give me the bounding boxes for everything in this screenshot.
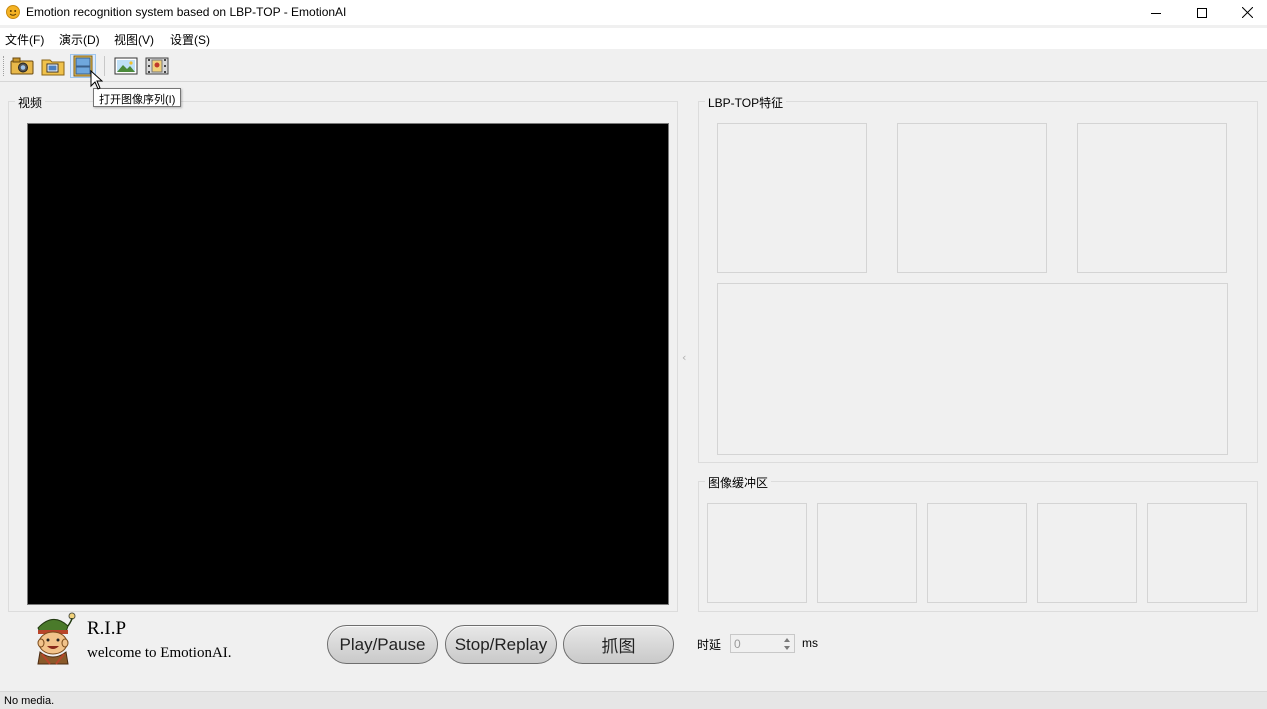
camera-icon xyxy=(10,57,34,75)
title-bar: Emotion recognition system based on LBP-… xyxy=(0,0,1267,25)
delay-unit-label: ms xyxy=(802,636,818,650)
maximize-icon xyxy=(1197,7,1207,18)
arrow-up-icon xyxy=(784,637,790,642)
feature-histogram xyxy=(717,283,1228,455)
video-display xyxy=(27,123,669,605)
video-group-title: 视频 xyxy=(15,94,46,111)
stop-replay-button[interactable]: Stop/Replay xyxy=(445,625,557,664)
film-icon xyxy=(145,57,169,75)
splitter-collapse-icon[interactable]: ‹ xyxy=(682,351,686,364)
minimize-icon xyxy=(1151,12,1161,14)
maximize-button[interactable] xyxy=(1179,0,1225,25)
brand-subtitle: welcome to EmotionAI. xyxy=(87,645,232,661)
toolbar-separator xyxy=(104,56,105,76)
delay-spinbox[interactable] xyxy=(730,634,795,653)
minimize-button[interactable] xyxy=(1133,0,1179,25)
open-video-button[interactable] xyxy=(40,54,66,78)
delay-increment-button[interactable] xyxy=(781,636,793,643)
mascot-icon xyxy=(37,612,76,665)
menu-settings[interactable]: 设置(S) xyxy=(170,31,210,48)
delay-input[interactable] xyxy=(734,636,778,651)
delay-label: 时延 xyxy=(697,638,722,652)
mouse-cursor-icon xyxy=(90,70,103,90)
app-icon xyxy=(6,5,20,19)
open-film-button[interactable] xyxy=(144,54,170,78)
buffer-slot xyxy=(707,503,807,603)
feature-plane-xy xyxy=(717,123,867,273)
lbp-top-features-title: LBP-TOP特征 xyxy=(705,94,787,111)
menu-demo[interactable]: 演示(D) xyxy=(59,31,100,48)
tooltip: 打开图像序列(I) xyxy=(93,88,182,107)
play-pause-button[interactable]: Play/Pause xyxy=(327,625,438,664)
open-camera-button[interactable] xyxy=(9,54,35,78)
close-icon xyxy=(1241,7,1253,18)
buffer-slot xyxy=(817,503,917,603)
delay-decrement-button[interactable] xyxy=(781,644,793,651)
status-bar: No media. xyxy=(0,691,1267,709)
status-text: No media. xyxy=(4,695,55,707)
arrow-down-icon xyxy=(784,645,790,650)
toolbar xyxy=(0,50,1267,82)
picture-icon xyxy=(114,57,138,75)
brand-title: R.I.P xyxy=(87,618,127,639)
menu-bar: 文件(F) 演示(D) 视图(V) 设置(S) xyxy=(0,28,1267,49)
menu-view[interactable]: 视图(V) xyxy=(114,31,154,48)
open-video-icon xyxy=(41,59,65,76)
window-title: Emotion recognition system based on LBP-… xyxy=(26,5,347,19)
open-picture-button[interactable] xyxy=(113,54,139,78)
buffer-slot xyxy=(1147,503,1247,603)
feature-plane-yt xyxy=(1077,123,1227,273)
buffer-slot xyxy=(1037,503,1137,603)
buffer-slot xyxy=(927,503,1027,603)
close-button[interactable] xyxy=(1224,0,1267,25)
capture-button[interactable]: 抓图 xyxy=(563,625,674,664)
toolbar-grip[interactable] xyxy=(3,56,5,76)
feature-plane-xt xyxy=(897,123,1047,273)
delay-spin-arrows xyxy=(781,636,793,651)
menu-file[interactable]: 文件(F) xyxy=(5,31,44,48)
image-buffer-title: 图像缓冲区 xyxy=(705,474,772,491)
